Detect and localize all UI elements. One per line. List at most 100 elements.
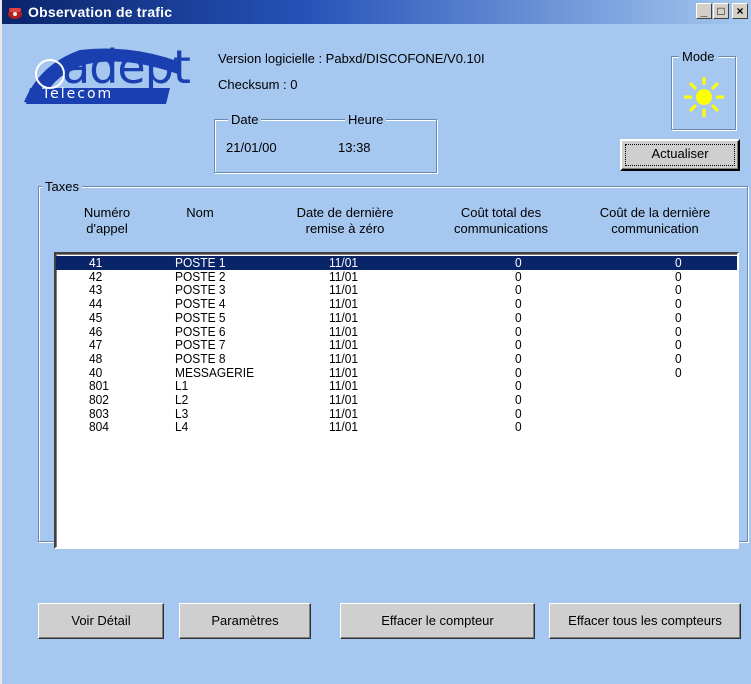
- row-reset-date: 11/01: [329, 255, 359, 270]
- column-header-total-cost-line1: Coût total des: [460, 205, 542, 220]
- column-header-number-line2: d'appel: [86, 221, 128, 236]
- phone-app-icon: [8, 8, 22, 19]
- table-row[interactable]: 804 L4 11/01 0: [56, 420, 737, 433]
- row-reset-date: 11/01: [329, 268, 359, 284]
- window-title: Observation de trafic: [28, 4, 173, 20]
- row-reset-date: 11/01: [329, 364, 359, 380]
- maximize-button[interactable]: □: [713, 3, 729, 19]
- row-name: L2: [175, 392, 189, 407]
- taxes-list[interactable]: 41 POSTE 1 11/01 0 0 42 POSTE 2 11/01 0 0 43 POSTE …: [54, 252, 739, 549]
- logo-word: adept: [62, 40, 191, 94]
- row-last-cost: 0: [675, 268, 682, 284]
- row-number: 40: [89, 364, 103, 380]
- row-name: POSTE 7: [175, 337, 226, 353]
- table-row[interactable]: 44 POSTE 4 11/01 0 0: [56, 297, 737, 310]
- row-name: L1: [175, 378, 189, 394]
- column-header-last-cost-line1: Coût de la dernière: [599, 205, 711, 220]
- table-row[interactable]: 803 L3 11/01 0: [56, 407, 737, 420]
- software-version: Version logicielle : Pabxd/DISCOFONE/V0.…: [218, 51, 485, 66]
- table-row[interactable]: 43 POSTE 3 11/01 0 0: [56, 283, 737, 296]
- row-name: POSTE 4: [175, 296, 226, 312]
- row-name: POSTE 5: [175, 309, 226, 325]
- row-number: 47: [89, 337, 103, 353]
- row-last-cost: 0: [675, 296, 682, 312]
- row-last-cost: 0: [675, 350, 682, 366]
- row-number: 46: [89, 323, 103, 339]
- row-total-cost: 0: [515, 282, 522, 298]
- row-total-cost: 0: [515, 364, 522, 380]
- column-header-total-cost: Coût total des communications: [436, 205, 566, 237]
- row-reset-date: 11/01: [329, 296, 359, 312]
- column-header-reset-date-line1: Date de dernière: [296, 205, 394, 220]
- row-number: 802: [89, 392, 109, 407]
- row-name: L4: [175, 419, 189, 435]
- row-number: 44: [89, 296, 103, 312]
- title-bar[interactable]: Observation de trafic _ □ ×: [2, 0, 751, 24]
- row-total-cost: 0: [515, 255, 522, 270]
- row-name: POSTE 8: [175, 350, 226, 366]
- row-number: 43: [89, 282, 103, 298]
- table-row[interactable]: 42 POSTE 2 11/01 0 0: [56, 270, 737, 283]
- row-last-cost: 0: [675, 323, 682, 339]
- row-reset-date: 11/01: [329, 378, 359, 394]
- time-value: 13:38: [338, 140, 371, 155]
- row-total-cost: 0: [515, 323, 522, 339]
- clear-all-counters-button[interactable]: Effacer tous les compteurs: [549, 603, 741, 639]
- close-button[interactable]: ×: [732, 3, 748, 19]
- row-number: 41: [89, 255, 103, 270]
- column-header-number-line1: Numéro: [83, 205, 131, 220]
- sun-icon: [684, 77, 724, 117]
- row-reset-date: 11/01: [329, 405, 359, 421]
- row-total-cost: 0: [515, 378, 522, 394]
- refresh-button[interactable]: Actualiser: [620, 139, 740, 171]
- row-last-cost: 0: [675, 309, 682, 325]
- column-header-reset-date-line2: remise à zéro: [305, 221, 385, 236]
- logo-subtext: Telecom: [42, 86, 114, 102]
- row-reset-date: 11/01: [329, 282, 359, 298]
- row-total-cost: 0: [515, 296, 522, 312]
- table-row[interactable]: 46 POSTE 6 11/01 0 0: [56, 325, 737, 338]
- row-total-cost: 0: [515, 419, 522, 435]
- row-number: 804: [89, 419, 109, 435]
- table-row[interactable]: 801 L1 11/01 0: [56, 379, 737, 392]
- minimize-button[interactable]: _: [696, 3, 712, 19]
- row-last-cost: 0: [675, 282, 682, 298]
- row-name: POSTE 6: [175, 323, 226, 339]
- row-number: 801: [89, 378, 109, 394]
- clear-counter-button[interactable]: Effacer le compteur: [340, 603, 535, 639]
- row-reset-date: 11/01: [329, 419, 359, 435]
- row-reset-date: 11/01: [329, 323, 359, 339]
- adept-telecom-logo: adept Telecom: [20, 40, 195, 104]
- table-row[interactable]: 802 L2 11/01 0: [56, 393, 737, 406]
- column-header-name: Nom: [180, 205, 220, 221]
- row-total-cost: 0: [515, 268, 522, 284]
- row-last-cost: 0: [675, 364, 682, 380]
- row-number: 42: [89, 268, 103, 284]
- checksum: Checksum : 0: [218, 77, 298, 92]
- mode-label: Mode: [679, 49, 718, 64]
- column-header-number: Numéro d'appel: [72, 205, 142, 237]
- traffic-window: Observation de trafic _ □ × adept Teleco…: [0, 0, 751, 684]
- row-total-cost: 0: [515, 337, 522, 353]
- table-row[interactable]: 41 POSTE 1 11/01 0 0: [56, 256, 737, 270]
- date-label: Date: [228, 112, 262, 127]
- row-reset-date: 11/01: [329, 337, 359, 353]
- row-number: 803: [89, 405, 109, 421]
- table-row[interactable]: 40 MESSAGERIE 11/01 0 0: [56, 366, 737, 379]
- view-detail-button[interactable]: Voir Détail: [38, 603, 164, 639]
- row-reset-date: 11/01: [329, 309, 359, 325]
- column-header-reset-date: Date de dernière remise à zéro: [280, 205, 410, 237]
- column-header-last-cost-line2: communication: [611, 221, 699, 236]
- date-value: 21/01/00: [226, 140, 277, 155]
- table-row[interactable]: 48 POSTE 8 11/01 0 0: [56, 352, 737, 365]
- taxes-label: Taxes: [42, 179, 82, 194]
- row-name: L3: [175, 405, 189, 421]
- table-row[interactable]: 47 POSTE 7 11/01 0 0: [56, 338, 737, 351]
- table-row[interactable]: 45 POSTE 5 11/01 0 0: [56, 311, 737, 324]
- settings-button[interactable]: Paramètres: [179, 603, 311, 639]
- row-name: POSTE 2: [175, 268, 226, 284]
- row-number: 45: [89, 309, 103, 325]
- row-reset-date: 11/01: [329, 350, 359, 366]
- row-total-cost: 0: [515, 405, 522, 421]
- row-number: 48: [89, 350, 103, 366]
